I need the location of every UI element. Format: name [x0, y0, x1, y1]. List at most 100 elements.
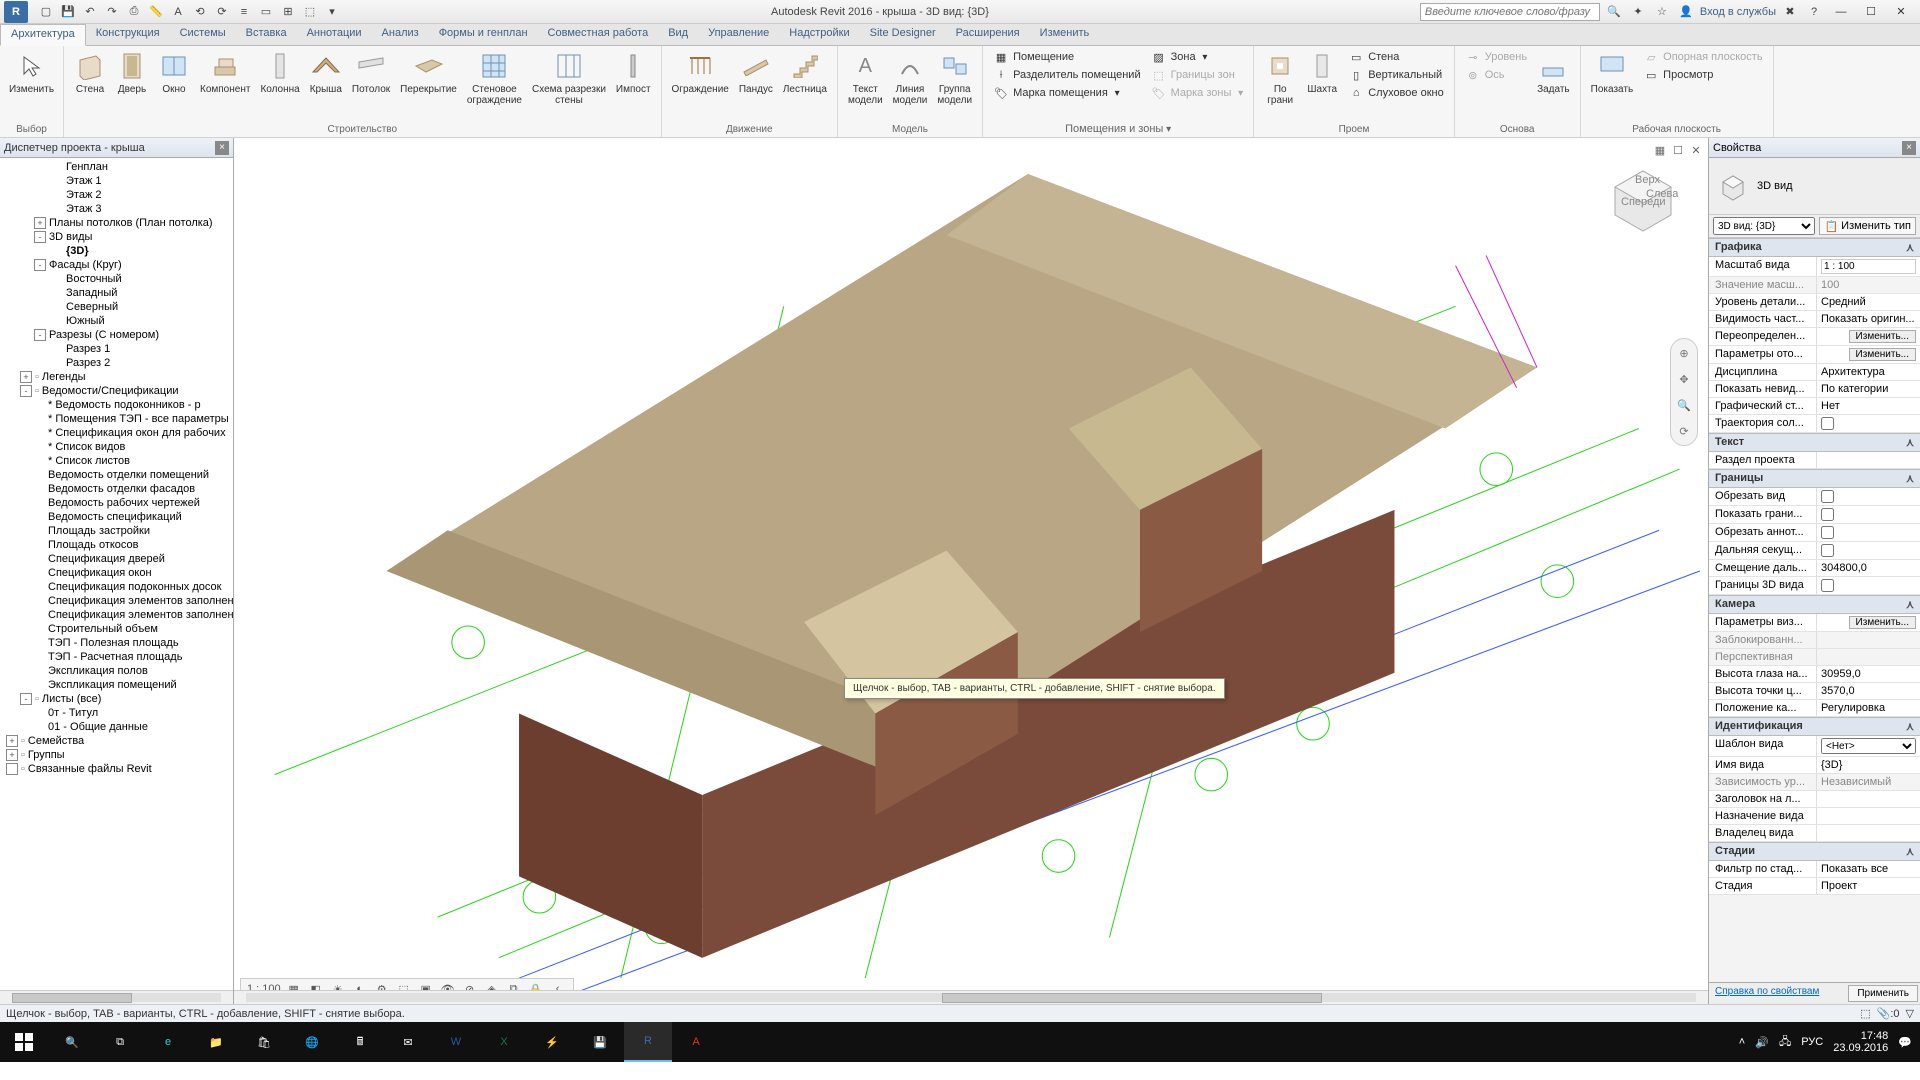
property-value[interactable]: 304800,0 — [1817, 560, 1920, 576]
ceiling-tool[interactable]: Потолок — [350, 48, 392, 97]
modelline-tool[interactable]: Линия модели — [891, 48, 930, 108]
help-icon[interactable]: ? — [1804, 2, 1824, 22]
tree-item[interactable]: 0т - Титул — [0, 706, 233, 720]
taskview-button[interactable]: ⧉ — [96, 1022, 144, 1062]
area-tool[interactable]: ▨Зона ▾ — [1149, 48, 1246, 66]
search-go-icon[interactable]: 🔍 — [1604, 2, 1624, 22]
property-value[interactable]: Изменить... — [1817, 328, 1920, 345]
tree-item[interactable]: Этаж 2 — [0, 188, 233, 202]
calc-icon[interactable]: 🖩 — [336, 1022, 384, 1062]
chrome-icon[interactable]: 🌐 — [288, 1022, 336, 1062]
tab-extensions[interactable]: Расширения — [946, 24, 1030, 45]
props-close-button[interactable]: × — [1902, 141, 1916, 155]
stair-tool[interactable]: Лестница — [781, 48, 829, 97]
property-category[interactable]: Идентификация⋏ — [1709, 717, 1920, 736]
property-value[interactable] — [1817, 791, 1920, 807]
view-cube[interactable]: Спереди Слева Верх — [1598, 152, 1688, 242]
tree-item[interactable]: * Список листов — [0, 454, 233, 468]
property-grid[interactable]: Графика⋏Масштаб видаЗначение масш...100У… — [1709, 238, 1920, 982]
edit-type-button[interactable]: 📋 Изменить тип — [1819, 217, 1916, 235]
tree-item[interactable]: Ведомость отделки фасадов — [0, 482, 233, 496]
tree-item[interactable]: Южный — [0, 314, 233, 328]
areatag-tool[interactable]: 🏷Марка зоны ▾ — [1149, 84, 1246, 102]
tree-item[interactable]: {3D} — [0, 244, 233, 258]
undo-icon[interactable]: ↶ — [80, 2, 100, 22]
apply-button[interactable]: Применить — [1848, 985, 1918, 1002]
property-value[interactable]: {3D} — [1817, 757, 1920, 773]
tree-item[interactable]: -▫Листы (все) — [0, 692, 233, 706]
filter-icon[interactable]: ▽ — [1906, 1007, 1914, 1020]
mail-icon[interactable]: ✉ — [384, 1022, 432, 1062]
tray-clock[interactable]: 17:4823.09.2016 — [1833, 1030, 1888, 1054]
tree-item[interactable]: Ведомость рабочих чертежей — [0, 496, 233, 510]
tree-item[interactable]: Генплан — [0, 160, 233, 174]
property-value[interactable] — [1817, 524, 1920, 541]
instance-selector[interactable]: 3D вид: {3D} — [1713, 217, 1815, 235]
navigation-bar[interactable]: ⊕ ✥ 🔍 ⟳ — [1670, 338, 1698, 446]
property-category[interactable]: Текст⋏ — [1709, 433, 1920, 452]
3d-icon[interactable]: ⬚ — [300, 2, 320, 22]
property-value[interactable]: По категории — [1817, 381, 1920, 397]
tree-item[interactable]: Спецификация элементов заполнения — [0, 608, 233, 622]
tree-item[interactable]: 01 - Общие данные — [0, 720, 233, 734]
tree-item[interactable]: Площадь застройки — [0, 524, 233, 538]
property-category[interactable]: Графика⋏ — [1709, 238, 1920, 257]
expander-icon[interactable]: + — [20, 371, 32, 383]
tray-net-icon[interactable]: 🖧 — [1779, 1033, 1791, 1052]
search-input[interactable] — [1420, 3, 1600, 21]
tab-insert[interactable]: Вставка — [236, 24, 297, 45]
tree-item[interactable]: Западный — [0, 286, 233, 300]
word-icon[interactable]: W — [432, 1022, 480, 1062]
ramp-tool[interactable]: Пандус — [737, 48, 775, 97]
tree-item[interactable]: -Фасады (Круг) — [0, 258, 233, 272]
props-help-link[interactable]: Справка по свойствам — [1709, 983, 1846, 1004]
tree-item[interactable]: Северный — [0, 300, 233, 314]
expander-icon[interactable]: + — [6, 749, 18, 761]
tab-sitedesigner[interactable]: Site Designer — [860, 24, 946, 45]
areaboundary-tool[interactable]: ⬚Границы зон — [1149, 66, 1246, 84]
tab-annotate[interactable]: Аннотации — [297, 24, 372, 45]
roomseparator-tool[interactable]: ⟊Разделитель помещений — [991, 66, 1143, 84]
selfilter-icon[interactable]: ⬚ — [1860, 1007, 1870, 1020]
store-icon[interactable]: 🛍 — [240, 1022, 288, 1062]
wall-tool[interactable]: Стена — [72, 48, 108, 97]
property-value[interactable] — [1817, 808, 1920, 824]
property-value[interactable] — [1817, 577, 1920, 594]
level-tool[interactable]: ⊸Уровень — [1463, 48, 1529, 66]
project-tree[interactable]: ГенпланЭтаж 1Этаж 2Этаж 3+Планы потолков… — [0, 158, 233, 990]
tree-item[interactable]: Спецификация подоконных досок — [0, 580, 233, 594]
text-icon[interactable]: A — [168, 2, 188, 22]
set-tool[interactable]: Задать — [1535, 48, 1572, 97]
tray-up-icon[interactable]: ˄ — [1739, 1036, 1745, 1048]
property-value[interactable] — [1817, 542, 1920, 559]
autocad-icon[interactable]: A — [672, 1022, 720, 1062]
property-value[interactable]: Нет — [1817, 398, 1920, 414]
view-scrollbar[interactable] — [234, 990, 1708, 1004]
expander-icon[interactable] — [6, 763, 18, 775]
tree-item[interactable]: ТЭП - Полезная площадь — [0, 636, 233, 650]
property-value[interactable]: Показать все — [1817, 861, 1920, 877]
explorer-icon[interactable]: 📁 — [192, 1022, 240, 1062]
tab-architecture[interactable]: Архитектура — [0, 24, 86, 46]
tree-item[interactable]: * Ведомость подоконников - р — [0, 398, 233, 412]
roof-tool[interactable]: Крыша — [308, 48, 344, 97]
tray-lang[interactable]: РУС — [1801, 1036, 1823, 1048]
property-value[interactable]: Архитектура — [1817, 364, 1920, 380]
tab-addins[interactable]: Надстройки — [779, 24, 859, 45]
tree-item[interactable]: Ведомость отделки помещений — [0, 468, 233, 482]
tree-item[interactable]: * Помещения ТЭП - все параметры — [0, 412, 233, 426]
property-value[interactable]: Проект — [1817, 878, 1920, 894]
tree-item[interactable]: -▫Ведомости/Спецификации — [0, 384, 233, 398]
start-button[interactable] — [0, 1022, 48, 1062]
wpviewer-tool[interactable]: ▭Просмотр — [1641, 66, 1764, 84]
nav-back-icon[interactable]: ⟲ — [190, 2, 210, 22]
print-icon[interactable]: ⎙ — [124, 2, 144, 22]
refplane-tool[interactable]: ▱Опорная плоскость — [1641, 48, 1764, 66]
tree-item[interactable]: +▫Группы — [0, 748, 233, 762]
nav-fwd-icon[interactable]: ⟳ — [212, 2, 232, 22]
mullion-tool[interactable]: Импост — [614, 48, 653, 97]
property-value[interactable] — [1817, 488, 1920, 505]
expander-icon[interactable]: - — [34, 231, 46, 243]
modelgroup-tool[interactable]: Группа модели — [935, 48, 974, 108]
tree-item[interactable]: Строительный объем — [0, 622, 233, 636]
